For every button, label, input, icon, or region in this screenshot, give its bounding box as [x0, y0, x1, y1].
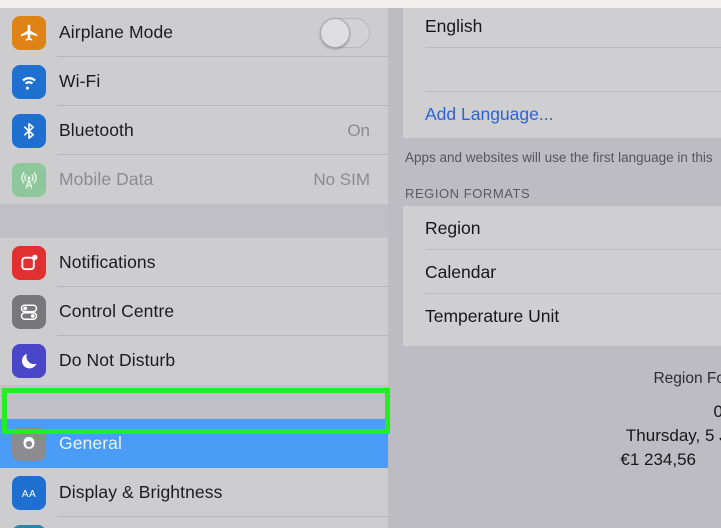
language-row-english[interactable]: English [403, 8, 721, 48]
sidebar-item-control-centre[interactable]: Control Centre [0, 287, 388, 336]
region-format-example-date: Thursday, 5 Janu [625, 426, 721, 445]
sidebar-item-label: Control Centre [59, 301, 175, 321]
sidebar-item-general[interactable]: General [0, 419, 388, 468]
sidebar-group-gap-2 [0, 385, 388, 419]
language-label: English [425, 15, 483, 36]
sidebar-item-airplane-mode[interactable]: Airplane Mode [0, 8, 388, 57]
ios-settings-screen: Airplane Mode Wi-Fi Bluetooth On Mobile … [0, 0, 721, 528]
airplane-mode-toggle[interactable] [320, 17, 370, 48]
sidebar-item-label: Do Not Disturb [59, 350, 176, 370]
region-format-example-title: Region Format [653, 370, 721, 387]
region-formats-card: Region Calendar Temperature Unit [403, 206, 721, 346]
cellular-icon [12, 162, 46, 197]
top-strip [0, 0, 721, 8]
sidebar-group-gap [0, 204, 388, 238]
sidebar-item-label: Notifications [59, 252, 156, 272]
language-list-card: English Add Language... [403, 8, 721, 138]
region-format-example-currency: €1 234,56 [620, 450, 696, 469]
wifi-icon [12, 64, 46, 99]
sidebar-item-bluetooth[interactable]: Bluetooth On [0, 106, 388, 155]
sidebar-item-mobile-data[interactable]: Mobile Data No SIM [0, 155, 388, 204]
sidebar-item-label: Bluetooth [59, 120, 134, 140]
sidebar-item-value: On [347, 120, 370, 140]
temperature-unit-label: Temperature Unit [425, 305, 560, 326]
sidebar-group-alerts: Notifications Control Centre Do Not Dist… [0, 238, 388, 385]
sidebar-item-label: Mobile Data [59, 169, 154, 189]
region-row[interactable]: Region [403, 206, 721, 250]
bluetooth-icon [12, 113, 46, 148]
language-row-empty[interactable] [403, 48, 721, 92]
sidebar-item-do-not-disturb[interactable]: Do Not Disturb [0, 336, 388, 385]
toggle-knob [320, 17, 350, 48]
wallpaper-icon [12, 524, 46, 528]
region-label: Region [425, 217, 481, 238]
moon-icon [12, 343, 46, 378]
control-centre-icon [12, 294, 46, 329]
sidebar-item-label: Wi-Fi [59, 71, 101, 91]
calendar-label: Calendar [425, 261, 497, 282]
settings-sidebar[interactable]: Airplane Mode Wi-Fi Bluetooth On Mobile … [0, 8, 388, 528]
region-format-example-time: 00:34 [713, 402, 721, 421]
notifications-icon [12, 245, 46, 280]
language-footnote: Apps and websites will use the first lan… [405, 150, 713, 165]
sidebar-item-value: No SIM [313, 169, 370, 189]
region-format-example: Region Format 00:34 Thursday, 5 Janu €1 … [620, 370, 721, 470]
sidebar-item-label: Display & Brightness [59, 482, 223, 502]
sidebar-group-connectivity: Airplane Mode Wi-Fi Bluetooth On Mobile … [0, 8, 388, 204]
region-formats-header: REGION FORMATS [405, 186, 531, 201]
svg-text:AA: AA [22, 489, 37, 500]
language-region-detail-pane: English Add Language... Apps and website… [388, 8, 721, 528]
sidebar-item-notifications[interactable]: Notifications [0, 238, 388, 287]
sidebar-item-wallpaper[interactable]: Wallpaper [0, 517, 388, 528]
calendar-row[interactable]: Calendar [403, 250, 721, 294]
sidebar-item-display-brightness[interactable]: AA Display & Brightness [0, 468, 388, 517]
temperature-unit-row[interactable]: Temperature Unit [403, 294, 721, 338]
airplane-icon [12, 15, 46, 50]
add-language-row[interactable]: Add Language... [403, 92, 721, 136]
sidebar-item-label: General [59, 433, 122, 453]
add-language-label: Add Language... [425, 103, 554, 124]
gear-icon [12, 426, 46, 461]
sidebar-item-wifi[interactable]: Wi-Fi [0, 57, 388, 106]
display-brightness-icon: AA [12, 475, 46, 510]
sidebar-group-system: General AA Display & Brightness [0, 419, 388, 528]
sidebar-item-label: Airplane Mode [59, 22, 174, 42]
